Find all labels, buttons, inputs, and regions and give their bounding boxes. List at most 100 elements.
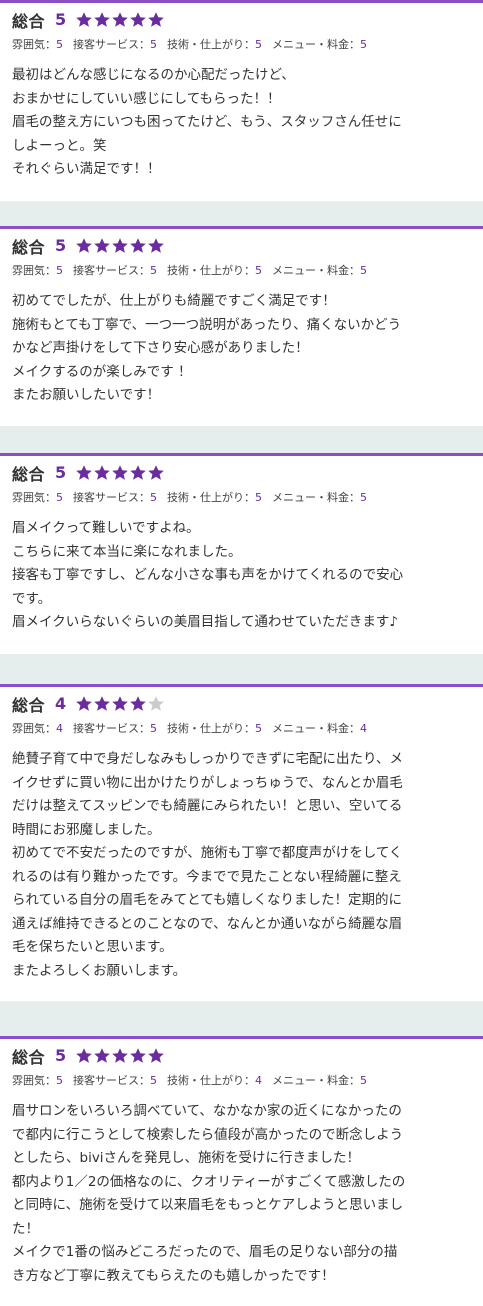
subscore-label: 雰囲気： bbox=[12, 1074, 56, 1087]
review-comment: 最初はどんな感じになるのか心配だったけど、 おまかせにしていい感じにしてもらった… bbox=[12, 67, 402, 177]
overall-label: 総合 bbox=[12, 1047, 46, 1067]
subscore-value: 4 bbox=[360, 722, 367, 735]
review-comment: 眉サロンをいろいろ調べていて、なかなか家の近くになかったの で都内に行こうとして… bbox=[12, 1103, 406, 1284]
review-header: 総合 5 bbox=[12, 1039, 471, 1071]
subscore-service: 接客サービス：5 bbox=[73, 1072, 157, 1088]
subscore-label: 雰囲気： bbox=[12, 491, 56, 504]
review-header: 総合 5 bbox=[12, 456, 471, 488]
subscore-value: 5 bbox=[150, 1074, 157, 1087]
subscore-value: 5 bbox=[150, 38, 157, 51]
subscore-menu-price: メニュー・料金：5 bbox=[272, 36, 367, 52]
star-filled-icon bbox=[75, 237, 93, 255]
review-separator bbox=[0, 426, 483, 453]
subscore-label: 技術・仕上がり： bbox=[167, 491, 255, 504]
subscore-technique: 技術・仕上がり：5 bbox=[167, 36, 262, 52]
subscore-value: 5 bbox=[56, 1074, 63, 1087]
subscores: 雰囲気：5 接客サービス：5 技術・仕上がり：4 メニュー・料金：5 bbox=[12, 1071, 471, 1089]
star-filled-icon bbox=[75, 11, 93, 29]
subscore-technique: 技術・仕上がり：5 bbox=[167, 262, 262, 278]
star-filled-icon bbox=[75, 1047, 93, 1065]
subscore-technique: 技術・仕上がり：5 bbox=[167, 720, 262, 736]
subscore-technique: 技術・仕上がり：4 bbox=[167, 1072, 262, 1088]
review-header: 総合 5 bbox=[12, 3, 471, 35]
subscore-value: 5 bbox=[360, 491, 367, 504]
review-header: 総合 5 bbox=[12, 229, 471, 261]
subscores: 雰囲気：5 接客サービス：5 技術・仕上がり：5 メニュー・料金：5 bbox=[12, 261, 471, 279]
overall-score: 5 bbox=[55, 1046, 67, 1065]
subscore-value: 5 bbox=[56, 38, 63, 51]
subscore-value: 4 bbox=[255, 1074, 262, 1087]
review-list: 総合 5 雰囲気：5 接客サービス：5 技術・仕上がり：5 メニュー・料金：5 … bbox=[0, 0, 483, 1306]
subscore-value: 5 bbox=[255, 38, 262, 51]
subscore-value: 5 bbox=[56, 491, 63, 504]
star-filled-icon bbox=[111, 11, 129, 29]
star-filled-icon bbox=[111, 1047, 129, 1065]
subscore-atmosphere: 雰囲気：5 bbox=[12, 36, 63, 52]
subscore-label: メニュー・料金： bbox=[272, 491, 360, 504]
star-filled-icon bbox=[129, 464, 147, 482]
star-filled-icon bbox=[93, 464, 111, 482]
star-filled-icon bbox=[129, 695, 147, 713]
subscore-value: 5 bbox=[255, 722, 262, 735]
subscore-label: 接客サービス： bbox=[73, 491, 150, 504]
subscore-value: 5 bbox=[360, 38, 367, 51]
star-filled-icon bbox=[129, 11, 147, 29]
star-rating bbox=[75, 464, 165, 482]
overall-score: 5 bbox=[55, 463, 67, 482]
subscore-service: 接客サービス：5 bbox=[73, 720, 157, 736]
overall-label: 総合 bbox=[12, 11, 46, 31]
review-separator bbox=[0, 201, 483, 226]
star-rating bbox=[75, 1047, 165, 1065]
subscores: 雰囲気：5 接客サービス：5 技術・仕上がり：5 メニュー・料金：5 bbox=[12, 488, 471, 506]
subscore-label: 接客サービス： bbox=[73, 264, 150, 277]
subscore-service: 接客サービス：5 bbox=[73, 489, 157, 505]
subscore-label: 接客サービス： bbox=[73, 722, 150, 735]
subscore-value: 5 bbox=[255, 264, 262, 277]
subscore-value: 5 bbox=[360, 1074, 367, 1087]
overall-score: 5 bbox=[55, 236, 67, 255]
review-comment: 眉メイクって難しいですよね。 こちらに来て本当に楽になれました。 接客も丁寧です… bbox=[12, 520, 404, 630]
subscore-menu-price: メニュー・料金：5 bbox=[272, 489, 367, 505]
subscore-label: メニュー・料金： bbox=[272, 1074, 360, 1087]
review-card: 総合 5 雰囲気：5 接客サービス：5 技術・仕上がり：5 メニュー・料金：5 … bbox=[0, 226, 483, 426]
subscore-atmosphere: 雰囲気：5 bbox=[12, 489, 63, 505]
subscore-value: 5 bbox=[360, 264, 367, 277]
star-filled-icon bbox=[147, 237, 165, 255]
overall-label: 総合 bbox=[12, 237, 46, 257]
star-rating bbox=[75, 695, 165, 713]
star-filled-icon bbox=[129, 237, 147, 255]
review-card: 総合 5 雰囲気：5 接客サービス：5 技術・仕上がり：5 メニュー・料金：5 … bbox=[0, 0, 483, 201]
subscores: 雰囲気：5 接客サービス：5 技術・仕上がり：5 メニュー・料金：5 bbox=[12, 35, 471, 53]
review-card: 総合 4 雰囲気：4 接客サービス：5 技術・仕上がり：5 メニュー・料金：4 … bbox=[0, 684, 483, 1001]
review-header: 総合 4 bbox=[12, 687, 471, 719]
star-rating bbox=[75, 237, 165, 255]
star-filled-icon bbox=[75, 464, 93, 482]
subscore-label: 雰囲気： bbox=[12, 38, 56, 51]
overall-score: 5 bbox=[55, 10, 67, 29]
review-comment: 初めてでしたが、仕上がりも綺麗ですごく満足です！ 施術もとても丁寧で、一つ一つ説… bbox=[12, 293, 402, 403]
star-rating bbox=[75, 11, 165, 29]
subscore-value: 5 bbox=[150, 264, 157, 277]
star-filled-icon bbox=[111, 695, 129, 713]
subscore-menu-price: メニュー・料金：4 bbox=[272, 720, 367, 736]
subscore-label: メニュー・料金： bbox=[272, 264, 360, 277]
subscore-value: 5 bbox=[255, 491, 262, 504]
star-filled-icon bbox=[93, 695, 111, 713]
star-filled-icon bbox=[147, 1047, 165, 1065]
star-filled-icon bbox=[147, 11, 165, 29]
review-card: 総合 5 雰囲気：5 接客サービス：5 技術・仕上がり：5 メニュー・料金：5 … bbox=[0, 453, 483, 654]
subscore-value: 5 bbox=[150, 722, 157, 735]
subscore-label: 雰囲気： bbox=[12, 264, 56, 277]
subscores: 雰囲気：4 接客サービス：5 技術・仕上がり：5 メニュー・料金：4 bbox=[12, 719, 471, 737]
review-comment: 絶賛子育て中で身だしなみもしっかりできずに宅配に出たり、メ イクせずに買い物に出… bbox=[12, 751, 403, 979]
subscore-label: メニュー・料金： bbox=[272, 38, 360, 51]
subscore-label: 技術・仕上がり： bbox=[167, 264, 255, 277]
subscore-service: 接客サービス：5 bbox=[73, 262, 157, 278]
subscore-value: 4 bbox=[56, 722, 63, 735]
subscore-atmosphere: 雰囲気：5 bbox=[12, 262, 63, 278]
subscore-value: 5 bbox=[150, 491, 157, 504]
star-filled-icon bbox=[111, 237, 129, 255]
star-filled-icon bbox=[129, 1047, 147, 1065]
subscore-atmosphere: 雰囲気：4 bbox=[12, 720, 63, 736]
subscore-value: 5 bbox=[56, 264, 63, 277]
